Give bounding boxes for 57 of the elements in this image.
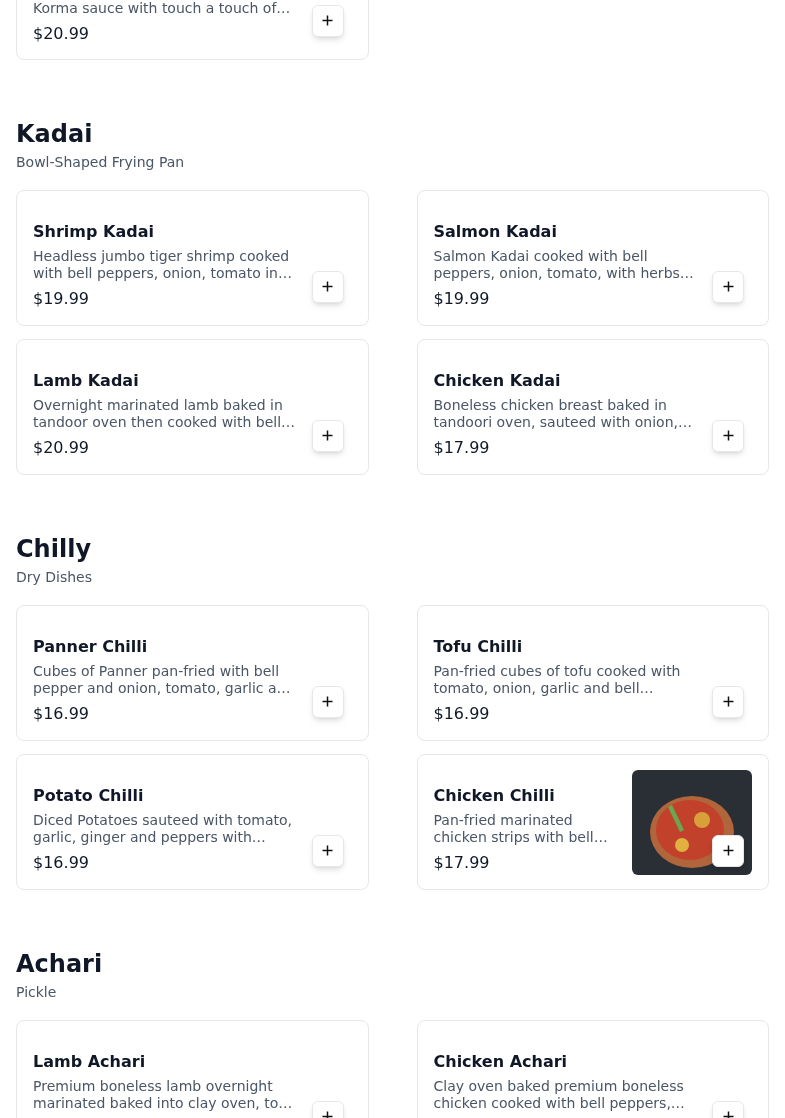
item-description: Headless jumbo tiger shrimp cooked with bell peppers, onion, tomato in… xyxy=(33,248,293,282)
item-name: Chicken Kadai xyxy=(433,371,562,391)
plus-icon xyxy=(322,696,333,707)
plus-icon xyxy=(722,845,734,856)
plus-icon xyxy=(322,845,333,856)
item-name: Lamb Achari xyxy=(33,1052,147,1072)
item-description: Salmon Kadai cooked with bell peppers, onion, tomato, with herbs… xyxy=(433,248,695,282)
item-price: $16.99 xyxy=(433,703,491,725)
section-subtitle: Dry Dishes xyxy=(16,568,93,587)
item-price: $19.99 xyxy=(33,288,90,310)
item-name: Salmon Kadai xyxy=(433,222,558,242)
item-name: Potato Chilli xyxy=(33,786,145,806)
plus-icon xyxy=(322,430,333,441)
item-description: Cubes of Panner pan-fried with bell pepper and onion, tomato, garlic a… xyxy=(33,663,292,697)
item-price: $16.99 xyxy=(33,852,90,874)
item-description: Clay oven baked premium boneless chicken cooked with bell peppers,… xyxy=(433,1078,686,1112)
section-title: Kadai xyxy=(16,119,94,150)
plus-icon xyxy=(322,15,333,26)
item-price: $20.99 xyxy=(33,23,90,45)
item-description: Pan-fried cubes of tofu cooked with tomato, onion, garlic and bell… xyxy=(433,663,682,697)
menu-item-card[interactable]: Lamb Achari Premium boneless lamb overnight marinated baked into clay oven, to… xyxy=(16,1020,369,1118)
section-subtitle: Bowl-Shaped Frying Pan xyxy=(16,153,186,172)
item-name: Shrimp Kadai xyxy=(33,222,155,242)
menu-item-card[interactable]: Chicken Kadai Boneless chicken breast baked in tandoori oven, sauteed with onion,… $17.99 xyxy=(416,339,769,475)
section-title: Chilly xyxy=(16,534,93,565)
item-description: Korma sauce with touch a touch of… xyxy=(33,0,292,17)
plus-icon xyxy=(722,281,734,292)
item-description: Diced Potatoes sauteed with tomato, garlic, ginger and peppers with… xyxy=(33,812,294,846)
menu-item-card[interactable]: Lamb Kadai Overnight marinated lamb baked in tandoor oven then cooked with bell… $20.99 xyxy=(16,339,369,475)
item-price: $16.99 xyxy=(33,703,90,725)
menu-item-card[interactable]: Chicken Achari Clay oven baked premium boneless chicken cooked with bell peppers,… xyxy=(416,1020,769,1118)
menu-item-card[interactable]: Chicken Chilli Pan-fried marinated chicken strips with bell… $17.99 xyxy=(416,754,769,890)
menu-item-card[interactable]: Tofu Chilli Pan-fried cubes of tofu cooked with tomato, onion, garlic and bell… $16.99 xyxy=(416,605,769,741)
menu-item-card[interactable]: Salmon Kadai Salmon Kadai cooked with bell peppers, onion, tomato, with herbs… $19.99 xyxy=(416,190,769,326)
plus-icon xyxy=(322,281,333,292)
item-description: Premium boneless lamb overnight marinated baked into clay oven, to… xyxy=(33,1078,294,1112)
item-description: Boneless chicken breast baked in tandoori oven, sauteed with onion,… xyxy=(433,397,693,431)
item-name: Panner Chilli xyxy=(33,637,149,657)
item-name: Chicken Achari xyxy=(433,1052,569,1072)
item-name: Lamb Kadai xyxy=(33,371,140,391)
item-price: $20.99 xyxy=(33,437,90,459)
section-title: Achari xyxy=(16,949,104,980)
item-description: Pan-fried marinated chicken strips with bell… xyxy=(433,812,609,846)
section-subtitle: Pickle xyxy=(16,983,58,1002)
item-price: $19.99 xyxy=(433,288,491,310)
menu-item-card[interactable]: Korma sauce with touch a touch of… $20.99 xyxy=(16,0,369,60)
item-name: Tofu Chilli xyxy=(433,637,524,657)
menu-item-card[interactable]: Shrimp Kadai Headless jumbo tiger shrimp cooked with bell peppers, onion, tomato in… $19.99 xyxy=(16,190,369,326)
menu-item-card[interactable]: Panner Chilli Cubes of Panner pan-fried with bell pepper and onion, tomato, garlic a… $16.99 xyxy=(16,605,369,741)
menu-item-card[interactable]: Potato Chilli Diced Potatoes sauteed with tomato, garlic, ginger and peppers with… $16.99 xyxy=(16,754,369,890)
item-description: Overnight marinated lamb baked in tandoor oven then cooked with bell… xyxy=(33,397,296,431)
item-price: $17.99 xyxy=(433,852,491,874)
plus-icon xyxy=(722,430,734,441)
plus-icon xyxy=(722,696,734,707)
item-name: Chicken Chilli xyxy=(433,786,556,806)
add-button[interactable] xyxy=(712,834,744,867)
item-price: $17.99 xyxy=(433,437,491,459)
